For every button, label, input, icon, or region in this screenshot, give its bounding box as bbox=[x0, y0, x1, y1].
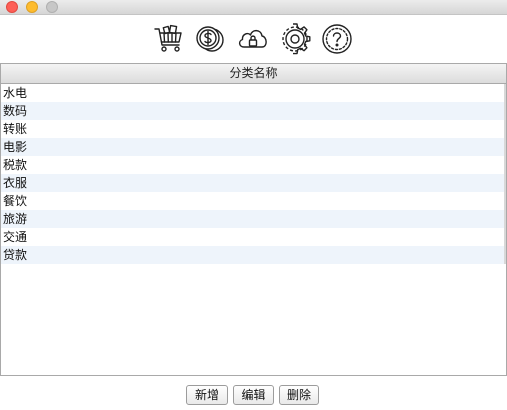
add-button[interactable]: 新增 bbox=[186, 385, 228, 405]
window-minimize-button[interactable] bbox=[26, 1, 38, 13]
action-bar: 新增 编辑 删除 bbox=[0, 385, 507, 407]
help-icon bbox=[322, 24, 352, 54]
gear-icon bbox=[282, 23, 311, 55]
coin-icon bbox=[196, 26, 224, 52]
delete-button[interactable]: 删除 bbox=[279, 385, 319, 405]
money-button[interactable] bbox=[193, 22, 227, 56]
table-row[interactable]: 旅游 bbox=[1, 210, 506, 228]
table-row[interactable]: 交通 bbox=[1, 228, 506, 246]
table-scrollbar[interactable] bbox=[504, 84, 506, 264]
settings-button[interactable] bbox=[278, 22, 312, 56]
table-row[interactable]: 电影 bbox=[1, 138, 506, 156]
title-bar bbox=[0, 0, 507, 15]
table-row[interactable]: 数码 bbox=[1, 102, 506, 120]
window-close-button[interactable] bbox=[6, 1, 18, 13]
toolbar bbox=[0, 22, 507, 56]
table-row[interactable]: 税款 bbox=[1, 156, 506, 174]
table-row[interactable]: 贷款 bbox=[1, 246, 506, 264]
category-table: 分类名称 水电 数码 转账 电影 税款 衣服 餐饮 旅游 交通 贷款 bbox=[0, 63, 507, 376]
window-maximize-button[interactable] bbox=[46, 1, 58, 13]
table-row[interactable]: 转账 bbox=[1, 120, 506, 138]
cart-button[interactable] bbox=[152, 22, 186, 56]
table-row[interactable]: 衣服 bbox=[1, 174, 506, 192]
column-header-category-name[interactable]: 分类名称 bbox=[1, 64, 506, 84]
table-row[interactable]: 水电 bbox=[1, 84, 506, 102]
help-button[interactable] bbox=[320, 22, 354, 56]
cart-icon bbox=[154, 24, 182, 52]
table-body: 水电 数码 转账 电影 税款 衣服 餐饮 旅游 交通 贷款 bbox=[1, 84, 506, 264]
cloud-lock-icon bbox=[238, 29, 267, 48]
edit-button[interactable]: 编辑 bbox=[233, 385, 274, 405]
table-row[interactable]: 餐饮 bbox=[1, 192, 506, 210]
cloud-lock-button[interactable] bbox=[236, 22, 270, 56]
